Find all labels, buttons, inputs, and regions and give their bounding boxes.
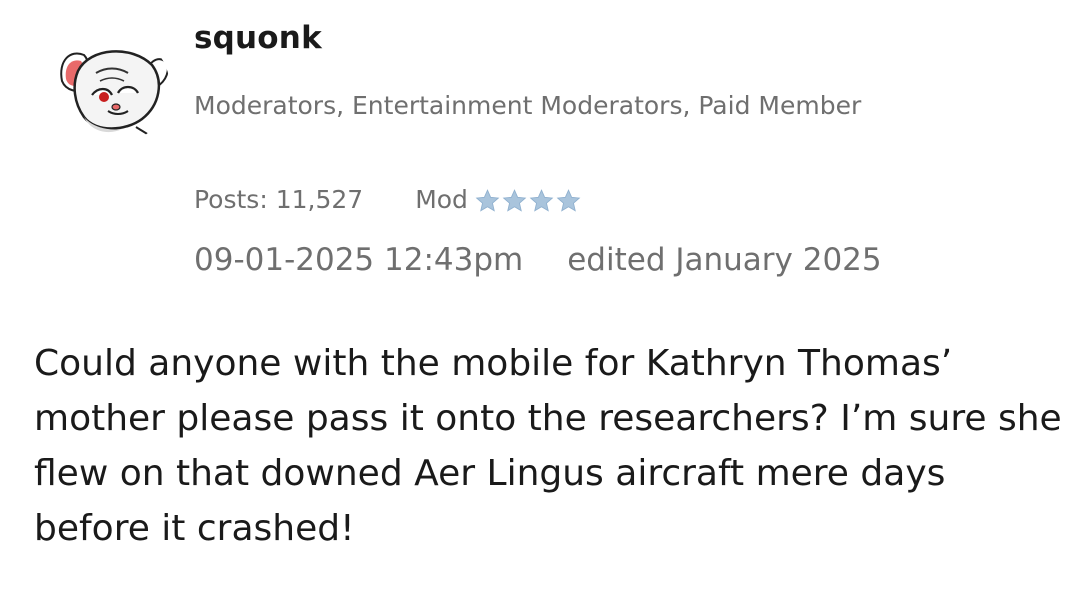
username-link[interactable]: squonk (194, 20, 322, 56)
user-stats: Posts: 11,527 Mod (194, 184, 582, 214)
edited-note: edited January 2025 (567, 242, 882, 278)
user-roles: Moderators, Entertainment Moderators, Pa… (194, 91, 862, 120)
post-count: Posts: 11,527 (194, 184, 364, 214)
post-date[interactable]: 09-01-2025 12:43pm (194, 242, 523, 278)
star-icon (556, 189, 581, 212)
user-rank: Mod (415, 184, 582, 214)
cartoon-mouse-avatar-icon (56, 31, 170, 145)
rank-label: Mod (415, 184, 468, 214)
post-meta: 09-01-2025 12:43pm edited January 2025 (194, 242, 882, 278)
post-body: Could anyone with the mobile for Kathryn… (34, 343, 1062, 549)
star-icon (475, 189, 500, 212)
star-icon (502, 189, 527, 212)
star-icon (529, 189, 554, 212)
rank-stars (474, 188, 582, 214)
avatar[interactable] (56, 31, 170, 145)
